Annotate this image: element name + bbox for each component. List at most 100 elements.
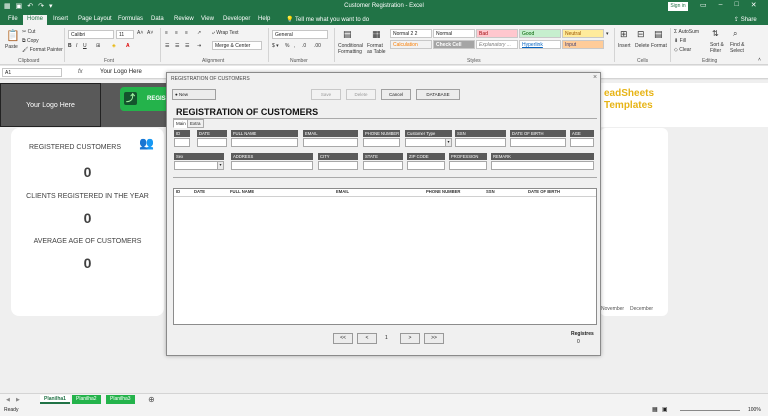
list-header-full-name[interactable]: FULL NAME — [230, 189, 254, 194]
name-box[interactable]: A1 — [2, 68, 62, 77]
find-select-icon[interactable]: ⌕ — [733, 29, 737, 39]
style-bad[interactable]: Bad — [476, 29, 518, 38]
increase-font-icon[interactable]: A˄ — [137, 30, 143, 36]
sheet-tab-planilha1[interactable]: Planilha1 — [40, 395, 70, 404]
align-right-icon[interactable]: ☰ — [185, 43, 189, 49]
fill-color-icon[interactable]: ◈ — [112, 43, 116, 49]
add-sheet-icon[interactable]: ⊕ — [148, 395, 155, 404]
close-icon[interactable]: ✕ — [751, 1, 757, 9]
tab-formulas[interactable]: Formulas — [114, 15, 147, 25]
underline-icon[interactable]: U — [83, 43, 87, 49]
font-name-dropdown[interactable]: Calibri — [68, 30, 114, 39]
tab-home[interactable]: Home — [23, 15, 48, 25]
fill-button[interactable]: ⬇ Fill — [674, 38, 686, 44]
tab-page-layout[interactable]: Page Layout — [74, 15, 116, 25]
full-name-field[interactable] — [231, 138, 298, 147]
formula-input[interactable]: Your Logo Here — [100, 69, 142, 75]
first-page-button[interactable]: << — [333, 333, 353, 344]
style-normal-2-2[interactable]: Normal 2 2 — [390, 29, 432, 38]
profession-field[interactable] — [449, 161, 487, 170]
tab-developer[interactable]: Developer — [219, 15, 254, 25]
currency-icon[interactable]: $ ▾ — [272, 43, 279, 49]
style-normal[interactable]: Normal — [433, 29, 475, 38]
scroll-tabs-right-icon[interactable]: ▶ — [16, 397, 20, 403]
find-select-button[interactable]: Find & Select — [730, 42, 748, 54]
tab-review[interactable]: Review — [170, 15, 198, 25]
sex-select[interactable]: ▾ — [174, 161, 224, 170]
decrease-font-icon[interactable]: A˅ — [147, 30, 153, 36]
maximize-icon[interactable]: □ — [735, 1, 739, 9]
sheet-tab-planilha3[interactable]: Planilha3 — [106, 395, 135, 404]
sort-filter-icon[interactable]: ⇅ — [712, 29, 719, 38]
age-field[interactable] — [570, 138, 594, 147]
customer-type-select[interactable]: ▾ — [405, 138, 452, 147]
bold-icon[interactable]: B — [68, 43, 72, 49]
tab-extra[interactable]: Extra — [187, 119, 204, 128]
borders-icon[interactable]: ⊞ — [96, 43, 100, 49]
delete-cells-button[interactable]: Delete — [635, 43, 649, 49]
minimize-icon[interactable]: – — [719, 1, 723, 9]
delete-cells-icon[interactable]: ⊟ — [637, 29, 645, 40]
sort-filter-button[interactable]: Sort & Filter — [710, 42, 728, 54]
percent-icon[interactable]: % — [285, 43, 289, 49]
save-button[interactable]: Save — [311, 89, 341, 100]
zip-code-field[interactable] — [407, 161, 445, 170]
style-calculation[interactable]: Calculation — [390, 40, 432, 49]
list-header-date[interactable]: DATE — [194, 189, 205, 194]
style-check-cell[interactable]: Check Cell — [433, 40, 475, 49]
conditional-formatting-icon[interactable]: ▤ — [343, 29, 352, 40]
merge-center-button[interactable]: Merge & Center — [212, 41, 262, 50]
paste-button[interactable]: Paste — [5, 44, 18, 50]
style-neutral[interactable]: Neutral — [562, 29, 604, 38]
ssn-field[interactable] — [455, 138, 506, 147]
copy-button[interactable]: ⧉ Copy — [22, 38, 39, 44]
insert-cells-icon[interactable]: ⊞ — [620, 29, 628, 40]
styles-more-icon[interactable]: ▾ — [606, 31, 609, 37]
bottom-align-icon[interactable]: ≡ — [185, 30, 188, 36]
font-color-icon[interactable]: A — [126, 43, 130, 49]
middle-align-icon[interactable]: ≡ — [175, 30, 178, 36]
orientation-icon[interactable]: ↗ — [197, 30, 201, 36]
last-page-button[interactable]: >> — [424, 333, 444, 344]
register-button[interactable]: ⤴ REGIS — [120, 87, 170, 111]
email-field[interactable] — [303, 138, 358, 147]
collapse-ribbon-icon[interactable]: ˄ — [758, 57, 761, 63]
tab-view[interactable]: View — [197, 15, 218, 25]
previous-page-button[interactable]: < — [357, 333, 377, 344]
number-format-dropdown[interactable]: General — [272, 30, 328, 39]
tab-insert[interactable]: Insert — [49, 15, 72, 25]
next-page-button[interactable]: > — [400, 333, 420, 344]
remark-field[interactable] — [491, 161, 594, 170]
tell-me-search[interactable]: 💡 Tell me what you want to do — [286, 16, 369, 23]
format-as-table-icon[interactable]: ▦ — [372, 29, 381, 40]
style-good[interactable]: Good — [519, 29, 561, 38]
conditional-formatting-button[interactable]: Conditional Formatting — [338, 43, 366, 55]
id-field[interactable] — [174, 138, 190, 147]
address-field[interactable] — [231, 161, 313, 170]
italic-icon[interactable]: I — [76, 43, 77, 49]
new-button[interactable]: ● New — [172, 89, 216, 100]
list-header-phone-number[interactable]: PHONE NUMBER — [426, 189, 460, 194]
cancel-button[interactable]: Cancel — [381, 89, 411, 100]
list-header-date-of-birth[interactable]: DATE OF BIRTH — [528, 189, 560, 194]
style-input[interactable]: Input — [562, 40, 604, 49]
sign-in-button[interactable]: Sign in — [668, 2, 688, 11]
clear-button[interactable]: ◇ Clear — [674, 47, 691, 53]
close-icon[interactable]: × — [593, 74, 597, 81]
indent-icon[interactable]: ⇥ — [197, 43, 201, 49]
function-icon[interactable]: fx — [78, 69, 83, 75]
sheet-tab-planilha2[interactable]: Planilha2 — [72, 395, 101, 404]
top-align-icon[interactable]: ≡ — [165, 30, 168, 36]
zoom-slider[interactable] — [680, 410, 740, 411]
normal-view-icon[interactable]: ▦ — [652, 406, 658, 413]
date-field[interactable] — [197, 138, 227, 147]
state-field[interactable] — [363, 161, 403, 170]
autosum-button[interactable]: Σ AutoSum — [674, 29, 699, 35]
ribbon-display-icon[interactable]: ▭ — [700, 1, 707, 9]
delete-button[interactable]: Delete — [346, 89, 376, 100]
cut-button[interactable]: ✂ Cut — [22, 29, 35, 35]
tab-help[interactable]: Help — [254, 15, 274, 25]
format-cells-button[interactable]: Format — [651, 43, 667, 49]
scroll-tabs-left-icon[interactable]: ◀ — [6, 397, 10, 403]
paste-icon[interactable]: 📋 — [6, 29, 20, 42]
